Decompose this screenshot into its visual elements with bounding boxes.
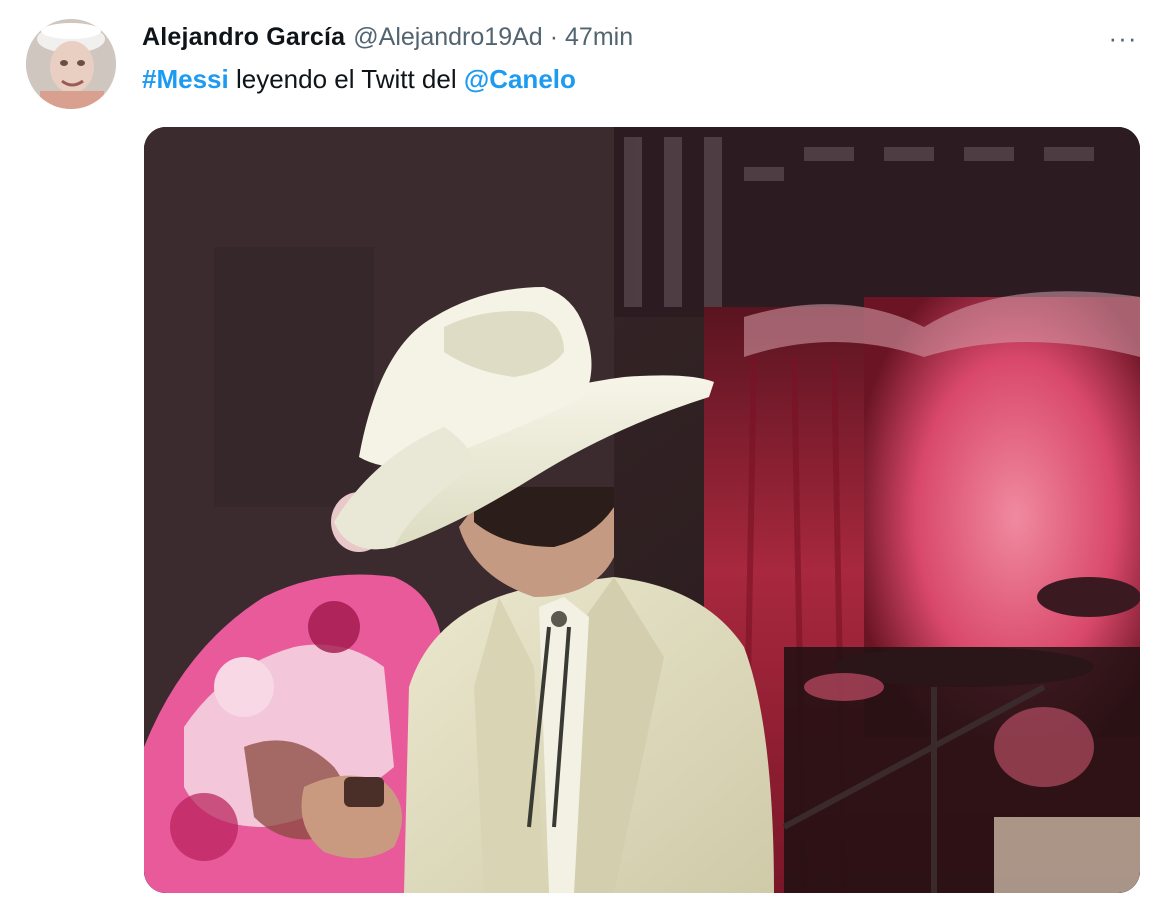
tweet-media[interactable] [144,127,1140,893]
more-options-icon[interactable]: ··· [1105,20,1141,56]
tweet-text-body: leyendo el Twitt del [228,64,464,94]
tweet-header: Alejandro García @Alejandro19Ad · 47min [142,20,633,54]
tweet-timestamp[interactable]: 47min [565,23,633,52]
avatar-photo-icon [26,19,116,109]
mention-link[interactable]: @Canelo [464,64,576,94]
media-photo-icon [144,127,1140,893]
author-display-name[interactable]: Alejandro García [142,23,345,52]
tweet-text: #Messi leyendo el Twitt del @Canelo [142,64,576,95]
hashtag-link[interactable]: #Messi [142,64,229,94]
author-handle[interactable]: @Alejandro19Ad [353,23,542,52]
header-separator: · [549,22,559,51]
author-avatar[interactable] [26,19,116,109]
tweet-card[interactable]: Alejandro García @Alejandro19Ad · 47min … [0,0,1163,918]
